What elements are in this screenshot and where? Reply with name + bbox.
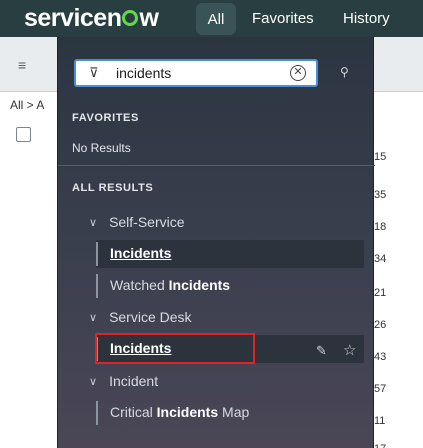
item-indent-bar bbox=[96, 242, 98, 266]
menu-item-label: Critical Incidents Map bbox=[110, 404, 250, 420]
chevron-down-icon: ∨ bbox=[89, 312, 98, 324]
menu-item-label: Incidents bbox=[110, 245, 172, 261]
menu-filter-value: incidents bbox=[116, 65, 172, 81]
logo-o-glyph bbox=[122, 10, 139, 26]
menu-item-watched-incidents[interactable]: Watched Incidents bbox=[96, 272, 364, 300]
selection-highlight-box bbox=[95, 333, 255, 364]
list-cell: 34 bbox=[374, 253, 387, 265]
filter-icon: ⊽ bbox=[89, 65, 99, 80]
nav-history-tab[interactable]: History bbox=[343, 10, 390, 27]
list-cell: 17 bbox=[374, 443, 386, 448]
favorites-empty-text: No Results bbox=[72, 141, 131, 155]
list-cell: 15 bbox=[374, 151, 387, 163]
list-cell: 11 bbox=[374, 415, 386, 427]
list-cell: 43 bbox=[374, 351, 387, 363]
list-cell: 57 bbox=[374, 383, 387, 395]
list-cell: 18 bbox=[374, 221, 387, 233]
chevron-down-icon: ∨ bbox=[89, 217, 98, 229]
item-indent-bar bbox=[96, 401, 98, 425]
menu-item-label: Watched Incidents bbox=[110, 277, 231, 293]
breadcrumb[interactable]: All > A bbox=[10, 98, 44, 112]
list-cell: 26 bbox=[374, 319, 387, 331]
favorites-section-label: FAVORITES bbox=[72, 112, 139, 124]
menu-item-incidents-self-service[interactable]: Incidents bbox=[96, 240, 364, 268]
servicenow-logo[interactable]: servicen w bbox=[24, 4, 159, 33]
group-self-service[interactable]: ∨ Self-Service bbox=[89, 214, 185, 230]
menu-item-critical-incidents-map[interactable]: Critical Incidents Map bbox=[96, 399, 364, 427]
pin-icon[interactable]: ⚲ bbox=[340, 65, 349, 79]
chevron-down-icon: ∨ bbox=[89, 376, 98, 388]
nav-all-tab[interactable]: All bbox=[196, 3, 236, 35]
nav-favorites-tab[interactable]: Favorites bbox=[252, 10, 314, 27]
group-service-desk[interactable]: ∨ Service Desk bbox=[89, 309, 192, 325]
menu-filter-input[interactable]: ⊽ incidents ✕ bbox=[74, 59, 318, 87]
list-cell: 21 bbox=[374, 287, 387, 299]
all-menu-dropdown: ⊽ incidents ✕ ⚲ FAVORITES No Results ALL… bbox=[57, 37, 375, 448]
star-icon[interactable]: ☆ bbox=[343, 341, 356, 359]
edit-icon[interactable]: ✎ bbox=[316, 343, 327, 359]
item-indent-bar bbox=[96, 274, 98, 298]
list-cell: 35 bbox=[374, 189, 387, 201]
group-incident[interactable]: ∨ Incident bbox=[89, 373, 158, 389]
all-results-section-label: ALL RESULTS bbox=[72, 182, 154, 194]
select-all-checkbox[interactable] bbox=[16, 127, 31, 142]
top-navigation-bar: servicen w All Favorites History bbox=[0, 0, 423, 37]
section-divider bbox=[58, 165, 375, 166]
list-number-column: 15 35 18 34 21 26 43 57 11 17 bbox=[374, 147, 423, 448]
hamburger-icon[interactable]: ≡ bbox=[18, 57, 26, 73]
clear-icon[interactable]: ✕ bbox=[290, 65, 306, 81]
